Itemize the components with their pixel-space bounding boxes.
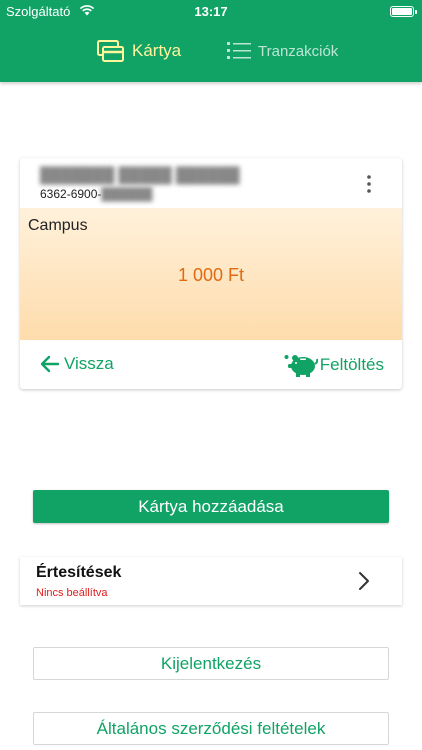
- card-number-redacted: ██████: [101, 187, 153, 201]
- list-icon: [227, 42, 251, 59]
- chevron-right-icon: [359, 572, 369, 590]
- notifications-row[interactable]: Értesítések Nincs beállítva: [20, 557, 402, 605]
- status-bar: Szolgáltató 13:17: [0, 0, 422, 24]
- card-holder-name: ███████ █████ ██████: [40, 167, 240, 184]
- battery-icon: [390, 6, 417, 17]
- tab-card-label: Kártya: [132, 41, 182, 60]
- cards-icon: [97, 40, 124, 62]
- card-number: 6362-6900-██████: [40, 187, 152, 201]
- tab-card[interactable]: Kártya: [97, 36, 181, 66]
- campus-card: ███████ █████ ██████ 6362-6900-██████ Ca…: [20, 158, 402, 389]
- notifications-status: Nincs beállítva: [36, 587, 108, 599]
- app-header: Szolgáltató 13:17 Kártya Tranzakciók: [0, 0, 422, 82]
- notifications-title: Értesítések: [36, 564, 122, 581]
- card-type: Campus: [28, 217, 88, 234]
- tab-transactions-label: Tranzakciók: [258, 42, 339, 60]
- back-label: Vissza: [64, 354, 114, 373]
- topup-button[interactable]: Feltöltés: [284, 352, 384, 378]
- add-card-button[interactable]: Kártya hozzáadása: [33, 490, 389, 523]
- piggy-bank-icon: [284, 355, 318, 377]
- back-button[interactable]: Vissza: [40, 354, 114, 374]
- arrow-left-icon: [40, 355, 60, 373]
- terms-button[interactable]: Általános szerződési feltételek: [33, 712, 389, 745]
- card-balance: 1 000 Ft: [177, 265, 245, 285]
- tab-transactions[interactable]: Tranzakciók: [227, 36, 338, 66]
- card-footer: Vissza Feltöltés: [20, 340, 402, 389]
- logout-button[interactable]: Kijelentkezés: [33, 647, 389, 680]
- card-body: Campus 1 000 Ft: [20, 208, 402, 340]
- more-vertical-icon[interactable]: [362, 174, 376, 194]
- clock: 13:17: [194, 4, 228, 19]
- card-number-prefix: 6362-6900-: [40, 187, 102, 201]
- topup-label: Feltöltés: [319, 355, 384, 374]
